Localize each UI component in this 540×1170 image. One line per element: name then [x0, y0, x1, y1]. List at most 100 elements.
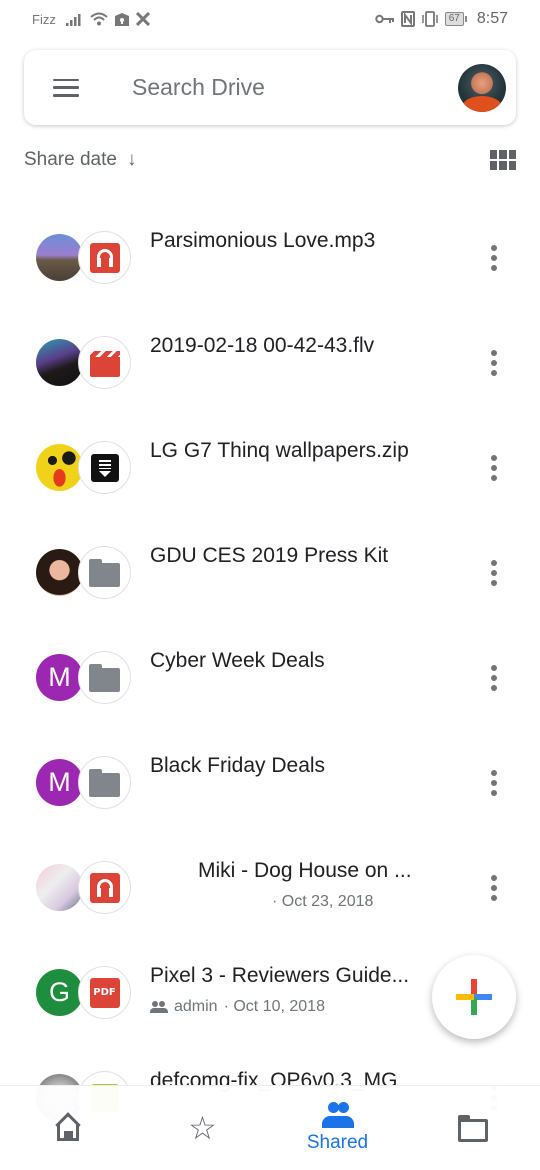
- audio-file-icon: [89, 242, 120, 273]
- battery-level: 67: [444, 12, 464, 26]
- file-info: Parsimonious Love.mp3: [150, 227, 460, 255]
- owner-avatar: G: [36, 969, 83, 1016]
- pdf-file-icon: PDF: [89, 977, 120, 1008]
- file-row[interactable]: LG G7 Thinq wallpapers.zip: [0, 415, 540, 520]
- file-row[interactable]: M Cyber Week Deals: [0, 625, 540, 730]
- file-name: Black Friday Deals: [150, 754, 326, 777]
- nav-shared[interactable]: Shared: [270, 1086, 405, 1170]
- file-owner: admin: [174, 998, 218, 1015]
- file-info: Miki - Dog House on ... · Oct 23, 2018: [198, 857, 460, 911]
- sort-label: Share date: [24, 149, 117, 170]
- file-info: 2019-02-18 00-42-43.flv: [150, 332, 460, 360]
- account-avatar[interactable]: [458, 63, 506, 112]
- more-options-icon[interactable]: [482, 663, 506, 693]
- file-name: Cyber Week Deals: [150, 649, 325, 672]
- audio-file-icon: [89, 872, 120, 903]
- file-info: Black Friday Deals: [150, 752, 460, 780]
- more-options-icon[interactable]: [482, 453, 506, 483]
- avatar-stack: [36, 231, 136, 284]
- video-file-icon: [89, 350, 120, 377]
- owner-avatar: [36, 444, 83, 491]
- menu-button[interactable]: [24, 50, 108, 125]
- owner-avatar: [36, 234, 83, 281]
- owner-avatar: [36, 339, 83, 386]
- nfc-icon: [400, 11, 415, 27]
- file-name: Pixel 3 - Reviewers Guide...: [150, 964, 410, 987]
- grid-view-icon[interactable]: [490, 150, 516, 170]
- sort-row: Share date ↓: [24, 140, 516, 180]
- plus-icon: [456, 979, 492, 1015]
- file-row[interactable]: Miki - Dog House on ... · Oct 23, 2018: [0, 835, 540, 940]
- file-type-badge: PDF: [78, 966, 131, 1019]
- file-row[interactable]: M Black Friday Deals: [0, 730, 540, 835]
- nav-shared-label: Shared: [306, 1132, 369, 1153]
- wifi-icon: [90, 12, 108, 26]
- more-options-icon[interactable]: [482, 873, 506, 903]
- file-type-badge: [78, 231, 131, 284]
- data-saver-icon: [135, 12, 150, 26]
- file-name: 2019-02-18 00-42-43.flv: [150, 334, 375, 357]
- sort-button[interactable]: Share date ↓: [24, 149, 136, 171]
- folder-icon: [89, 768, 120, 797]
- file-date: · Oct 10, 2018: [223, 998, 325, 1015]
- avatar-stack: M: [36, 651, 136, 704]
- file-name: Parsimonious Love.mp3: [150, 229, 376, 252]
- file-info: Pixel 3 - Reviewers Guide... admin · Oct…: [150, 962, 430, 1016]
- file-row[interactable]: 2019-02-18 00-42-43.flv: [0, 310, 540, 415]
- more-options-icon[interactable]: [482, 243, 506, 273]
- file-name: Miki - Dog House on ...: [198, 859, 412, 882]
- vibrate-icon: [421, 11, 439, 27]
- file-type-badge: [78, 651, 131, 704]
- nav-starred[interactable]: ☆: [135, 1086, 270, 1170]
- file-info: Cyber Week Deals: [150, 647, 460, 675]
- status-bar: Fizz 67 8:57: [0, 0, 540, 38]
- file-meta: · Oct 23, 2018: [198, 893, 460, 911]
- file-type-badge: [78, 756, 131, 809]
- file-row[interactable]: GDU CES 2019 Press Kit: [0, 520, 540, 625]
- home-icon: [55, 1115, 81, 1141]
- nav-home[interactable]: [0, 1086, 135, 1170]
- carrier-label: Fizz: [32, 11, 56, 27]
- shared-people-icon: [321, 1102, 355, 1128]
- search-bar: [24, 50, 516, 125]
- folder-icon: [457, 1114, 488, 1142]
- avatar-stack: M: [36, 756, 136, 809]
- bottom-nav: ☆ Shared: [0, 1085, 540, 1170]
- folder-icon: [89, 558, 120, 587]
- avatar-stack: [36, 336, 136, 389]
- key-icon: [375, 14, 395, 24]
- star-icon: ☆: [188, 1110, 217, 1146]
- new-button[interactable]: [432, 955, 516, 1039]
- file-name: GDU CES 2019 Press Kit: [150, 544, 389, 567]
- file-date: · Oct 23, 2018: [272, 893, 374, 910]
- file-type-badge: [78, 441, 131, 494]
- more-options-icon[interactable]: [482, 768, 506, 798]
- folder-icon: [89, 663, 120, 692]
- avatar-stack: G PDF: [36, 966, 136, 1019]
- signal-icon: [65, 12, 84, 26]
- file-name: LG G7 Thinq wallpapers.zip: [150, 439, 409, 462]
- more-options-icon[interactable]: [482, 348, 506, 378]
- avatar-stack: [36, 441, 136, 494]
- status-right: 67 8:57: [375, 10, 508, 28]
- avatar-stack: [36, 546, 136, 599]
- battery-tip: [464, 16, 467, 22]
- search-input[interactable]: [108, 74, 458, 101]
- file-type-badge: [78, 546, 131, 599]
- nav-files[interactable]: [405, 1086, 540, 1170]
- owner-avatar: M: [36, 654, 83, 701]
- file-info: GDU CES 2019 Press Kit: [150, 542, 460, 570]
- archive-file-icon: [90, 453, 119, 482]
- file-meta: admin · Oct 10, 2018: [150, 998, 430, 1016]
- owner-avatar: [36, 549, 83, 596]
- status-left: Fizz: [32, 12, 150, 27]
- arrow-down-icon: ↓: [126, 149, 137, 170]
- file-row[interactable]: Parsimonious Love.mp3: [0, 205, 540, 310]
- owner-avatar: [36, 864, 83, 911]
- vpn-lock-icon: [114, 12, 130, 26]
- file-type-badge: [78, 861, 131, 914]
- clock: 8:57: [476, 10, 508, 27]
- battery-indicator: 67: [444, 12, 467, 26]
- more-options-icon[interactable]: [482, 558, 506, 588]
- shared-people-icon: [150, 1001, 168, 1013]
